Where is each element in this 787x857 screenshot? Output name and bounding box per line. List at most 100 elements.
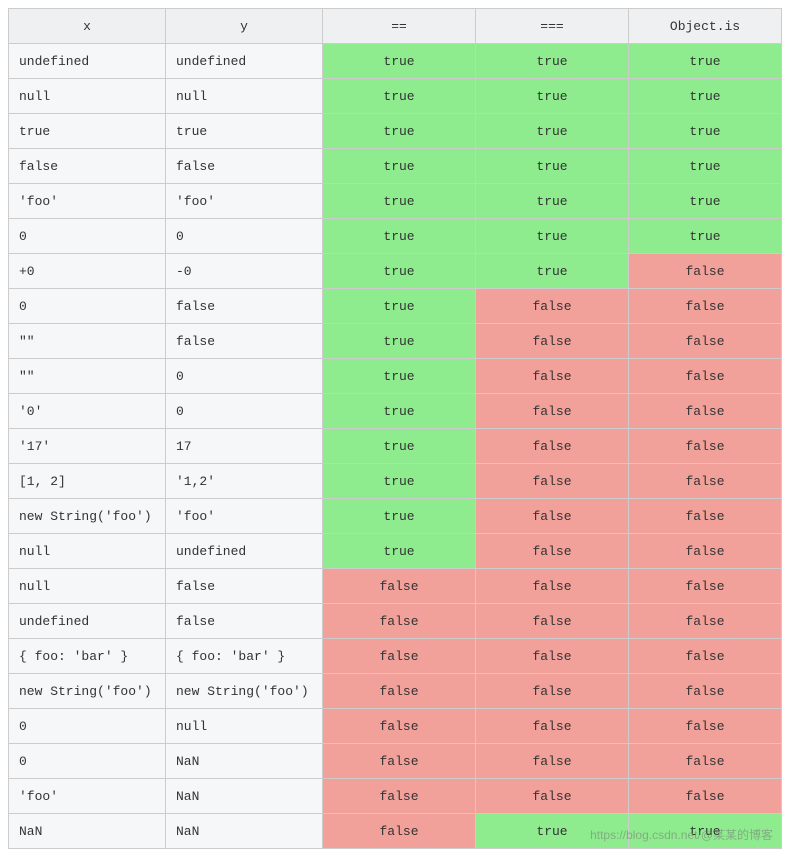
cell-seq: false bbox=[476, 429, 629, 464]
cell-x: new String('foo') bbox=[9, 674, 166, 709]
col-header-x: x bbox=[9, 9, 166, 44]
cell-ois: false bbox=[629, 604, 782, 639]
cell-ois: false bbox=[629, 779, 782, 814]
cell-eq: true bbox=[323, 289, 476, 324]
cell-ois: false bbox=[629, 674, 782, 709]
cell-y: undefined bbox=[166, 44, 323, 79]
cell-x: new String('foo') bbox=[9, 499, 166, 534]
cell-ois: false bbox=[629, 709, 782, 744]
cell-seq: true bbox=[476, 814, 629, 849]
table-row: '0'0truefalsefalse bbox=[9, 394, 782, 429]
table-row: NaNNaNfalsetruetrue bbox=[9, 814, 782, 849]
cell-x: null bbox=[9, 79, 166, 114]
cell-y: true bbox=[166, 114, 323, 149]
cell-ois: false bbox=[629, 359, 782, 394]
cell-seq: true bbox=[476, 44, 629, 79]
table-row: undefinedundefinedtruetruetrue bbox=[9, 44, 782, 79]
cell-x: null bbox=[9, 534, 166, 569]
cell-seq: true bbox=[476, 149, 629, 184]
cell-seq: true bbox=[476, 114, 629, 149]
cell-x: '17' bbox=[9, 429, 166, 464]
cell-eq: true bbox=[323, 429, 476, 464]
cell-eq: false bbox=[323, 674, 476, 709]
table-row: +0-0truetruefalse bbox=[9, 254, 782, 289]
comparison-table: x y == === Object.is undefinedundefinedt… bbox=[8, 8, 782, 849]
cell-eq: true bbox=[323, 149, 476, 184]
cell-x: undefined bbox=[9, 604, 166, 639]
cell-seq: true bbox=[476, 254, 629, 289]
table-row: 'foo'NaNfalsefalsefalse bbox=[9, 779, 782, 814]
cell-eq: true bbox=[323, 499, 476, 534]
cell-y: -0 bbox=[166, 254, 323, 289]
cell-ois: false bbox=[629, 429, 782, 464]
cell-seq: false bbox=[476, 639, 629, 674]
table-row: 0falsetruefalsefalse bbox=[9, 289, 782, 324]
cell-ois: false bbox=[629, 744, 782, 779]
cell-x: 0 bbox=[9, 219, 166, 254]
cell-ois: false bbox=[629, 499, 782, 534]
cell-ois: true bbox=[629, 149, 782, 184]
table-row: 'foo''foo'truetruetrue bbox=[9, 184, 782, 219]
cell-ois: false bbox=[629, 324, 782, 359]
cell-ois: true bbox=[629, 79, 782, 114]
cell-x: "" bbox=[9, 359, 166, 394]
table-row: [1, 2]'1,2'truefalsefalse bbox=[9, 464, 782, 499]
table-row: nullundefinedtruefalsefalse bbox=[9, 534, 782, 569]
table-row: 0NaNfalsefalsefalse bbox=[9, 744, 782, 779]
cell-y: undefined bbox=[166, 534, 323, 569]
cell-y: false bbox=[166, 569, 323, 604]
cell-x: 0 bbox=[9, 744, 166, 779]
cell-eq: false bbox=[323, 709, 476, 744]
cell-ois: false bbox=[629, 464, 782, 499]
cell-x: true bbox=[9, 114, 166, 149]
table-header-row: x y == === Object.is bbox=[9, 9, 782, 44]
cell-eq: true bbox=[323, 44, 476, 79]
table-row: 00truetruetrue bbox=[9, 219, 782, 254]
cell-x: '0' bbox=[9, 394, 166, 429]
cell-eq: true bbox=[323, 219, 476, 254]
cell-eq: true bbox=[323, 114, 476, 149]
cell-eq: false bbox=[323, 814, 476, 849]
table-row: 0nullfalsefalsefalse bbox=[9, 709, 782, 744]
cell-seq: false bbox=[476, 464, 629, 499]
cell-seq: false bbox=[476, 289, 629, 324]
cell-eq: true bbox=[323, 254, 476, 289]
cell-y: { foo: 'bar' } bbox=[166, 639, 323, 674]
cell-y: 0 bbox=[166, 359, 323, 394]
cell-x: 0 bbox=[9, 709, 166, 744]
cell-ois: false bbox=[629, 289, 782, 324]
cell-seq: true bbox=[476, 79, 629, 114]
cell-eq: true bbox=[323, 324, 476, 359]
cell-ois: true bbox=[629, 114, 782, 149]
cell-y: new String('foo') bbox=[166, 674, 323, 709]
table-row: nullfalsefalsefalsefalse bbox=[9, 569, 782, 604]
cell-x: NaN bbox=[9, 814, 166, 849]
cell-x: 'foo' bbox=[9, 779, 166, 814]
col-header-y: y bbox=[166, 9, 323, 44]
cell-y: 0 bbox=[166, 219, 323, 254]
table-row: ""falsetruefalsefalse bbox=[9, 324, 782, 359]
cell-y: 'foo' bbox=[166, 499, 323, 534]
col-header-eq: == bbox=[323, 9, 476, 44]
table-row: truetruetruetruetrue bbox=[9, 114, 782, 149]
cell-ois: false bbox=[629, 639, 782, 674]
cell-x: { foo: 'bar' } bbox=[9, 639, 166, 674]
cell-x: null bbox=[9, 569, 166, 604]
cell-y: '1,2' bbox=[166, 464, 323, 499]
cell-x: undefined bbox=[9, 44, 166, 79]
cell-ois: false bbox=[629, 569, 782, 604]
cell-x: 0 bbox=[9, 289, 166, 324]
col-header-ois: Object.is bbox=[629, 9, 782, 44]
cell-x: "" bbox=[9, 324, 166, 359]
cell-x: false bbox=[9, 149, 166, 184]
cell-ois: false bbox=[629, 254, 782, 289]
cell-eq: false bbox=[323, 744, 476, 779]
cell-seq: false bbox=[476, 499, 629, 534]
cell-seq: false bbox=[476, 569, 629, 604]
table-row: undefinedfalsefalsefalsefalse bbox=[9, 604, 782, 639]
cell-seq: false bbox=[476, 674, 629, 709]
cell-y: false bbox=[166, 289, 323, 324]
cell-eq: true bbox=[323, 359, 476, 394]
cell-seq: false bbox=[476, 394, 629, 429]
cell-x: [1, 2] bbox=[9, 464, 166, 499]
